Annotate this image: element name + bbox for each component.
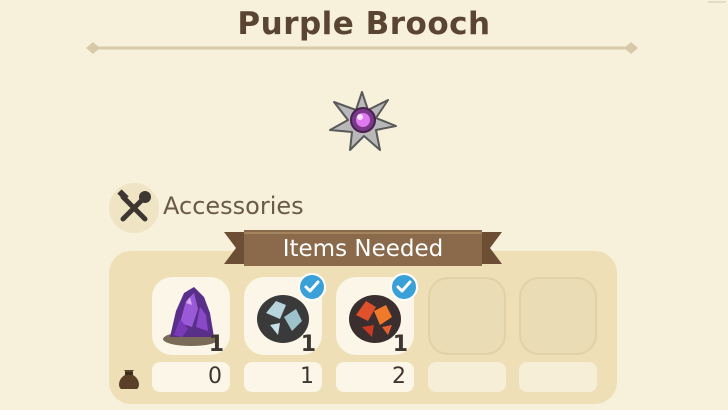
items-needed-label: Items Needed — [282, 236, 444, 262]
owned-count: 0 — [152, 362, 230, 392]
owned-count — [428, 362, 506, 392]
corner-decoration — [708, 1, 726, 3]
check-icon — [390, 273, 418, 301]
ingredient-slot[interactable]: 1 — [244, 273, 326, 357]
required-quantity: 1 — [392, 332, 408, 357]
category-label: Accessories — [163, 192, 304, 220]
title-divider — [86, 42, 638, 54]
ingredient-slot[interactable]: 1 — [336, 273, 418, 357]
owned-count — [519, 362, 597, 392]
item-title: Purple Brooch — [237, 6, 491, 42]
required-quantity: 1 — [300, 332, 316, 357]
bag-icon — [119, 370, 139, 389]
owned-count: 1 — [244, 362, 322, 392]
ingredient-slot[interactable]: 1 — [152, 277, 230, 357]
brooch-icon — [329, 91, 397, 151]
required-quantity: 1 — [208, 332, 224, 357]
owned-count: 2 — [336, 362, 414, 392]
empty-slot — [519, 277, 597, 355]
tools-icon — [109, 183, 159, 233]
empty-slot — [428, 277, 506, 355]
check-icon — [298, 273, 326, 301]
